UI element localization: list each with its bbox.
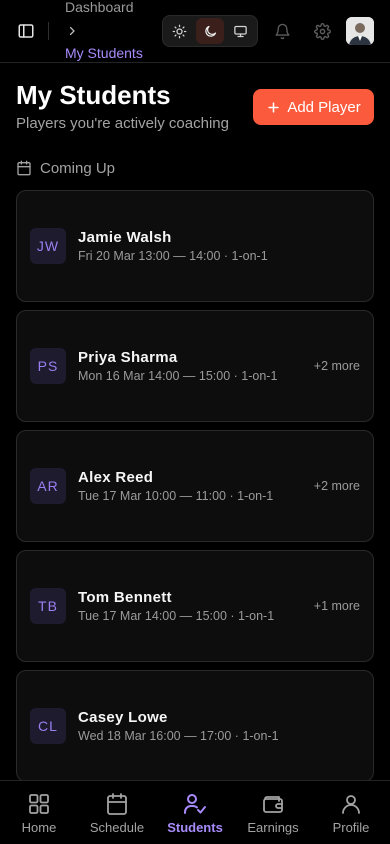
student-name: Priya Sharma <box>78 349 178 366</box>
breadcrumb-current: My Students <box>65 45 143 61</box>
page-subtitle: Players you're actively coaching <box>16 115 229 132</box>
settings-button[interactable] <box>310 19 334 43</box>
student-name: Jamie Walsh <box>78 229 172 246</box>
student-name: Alex Reed <box>78 469 154 486</box>
theme-dark-button[interactable] <box>195 18 225 44</box>
nav-earnings-label: Earnings <box>247 820 299 835</box>
bell-icon <box>274 23 290 39</box>
theme-light-button[interactable] <box>165 18 194 44</box>
monitor-icon <box>234 25 247 37</box>
calendar-icon <box>17 160 31 176</box>
student-card[interactable]: TB Tom Bennett Tue 17 Mar 14:00 — 15:00 … <box>16 550 374 662</box>
users-check-icon <box>184 794 206 814</box>
chevron-right-icon <box>66 24 78 43</box>
sidebar-toggle-button[interactable] <box>14 19 38 43</box>
session-time: Tue 17 Mar 14:00 — 15:00 · 1-on-1 <box>78 609 275 623</box>
more-sessions: +2 more <box>313 479 360 493</box>
add-player-button[interactable]: Add Player <box>253 89 374 125</box>
student-card[interactable]: JW Jamie Walsh Fri 20 Mar 13:00 — 14:00 … <box>16 190 374 302</box>
notifications-button[interactable] <box>270 19 294 43</box>
nav-earnings[interactable]: Earnings <box>234 781 312 844</box>
page-title: My Students <box>16 80 171 110</box>
nav-profile[interactable]: Profile <box>312 781 390 844</box>
divider <box>48 22 49 40</box>
student-name: Casey Lowe <box>78 709 168 726</box>
coming-up-header: Coming Up <box>16 158 115 178</box>
nav-profile-label: Profile <box>332 820 370 835</box>
nav-home-label: Home <box>21 820 57 835</box>
user-avatar-icon <box>346 17 374 45</box>
student-initials: JW <box>30 228 66 264</box>
more-sessions: +2 more <box>313 359 360 373</box>
session-time: Tue 17 Mar 10:00 — 11:00 · 1-on-1 <box>78 489 274 503</box>
student-card[interactable]: PS Priya Sharma Mon 16 Mar 14:00 — 15:00… <box>16 310 374 422</box>
top-bar: Dashboard My Students <box>0 0 390 63</box>
nav-schedule-label: Schedule <box>89 820 145 835</box>
wallet-icon <box>263 796 283 813</box>
gear-icon <box>313 22 331 40</box>
nav-students[interactable]: Students <box>156 781 234 844</box>
bottom-nav: Home Schedule Students Earnings Profile <box>0 780 390 844</box>
student-card[interactable]: CL Casey Lowe Wed 18 Mar 16:00 — 17:00 ·… <box>16 670 374 782</box>
session-time: Wed 18 Mar 16:00 — 17:00 · 1-on-1 <box>78 729 279 743</box>
theme-switcher <box>162 15 258 47</box>
breadcrumb-dashboard-link[interactable]: Dashboard <box>65 0 134 15</box>
nav-home[interactable]: Home <box>0 781 78 844</box>
sun-icon <box>172 24 187 38</box>
sidebar-icon <box>18 24 34 38</box>
avatar[interactable] <box>346 17 374 45</box>
calendar-icon <box>107 793 127 815</box>
grid-icon <box>29 794 49 814</box>
student-name: Tom Bennett <box>78 589 172 606</box>
student-list: JW Jamie Walsh Fri 20 Mar 13:00 — 14:00 … <box>16 190 374 790</box>
student-initials: AR <box>30 468 66 504</box>
student-initials: CL <box>30 708 66 744</box>
student-initials: TB <box>30 588 66 624</box>
student-initials: PS <box>30 348 66 384</box>
section-title: Coming Up <box>40 159 116 177</box>
moon-icon <box>204 25 216 37</box>
add-player-label: Add Player <box>287 98 361 116</box>
nav-schedule[interactable]: Schedule <box>78 781 156 844</box>
nav-students-label: Students <box>167 820 223 835</box>
user-icon <box>342 795 360 814</box>
more-sessions: +1 more <box>313 599 360 613</box>
session-time: Fri 20 Mar 13:00 — 14:00 · 1-on-1 <box>78 249 268 263</box>
session-time: Mon 16 Mar 14:00 — 15:00 · 1-on-1 <box>78 369 278 383</box>
student-card[interactable]: AR Alex Reed Tue 17 Mar 10:00 — 11:00 · … <box>16 430 374 542</box>
theme-system-button[interactable] <box>226 18 255 44</box>
plus-icon <box>268 101 279 113</box>
